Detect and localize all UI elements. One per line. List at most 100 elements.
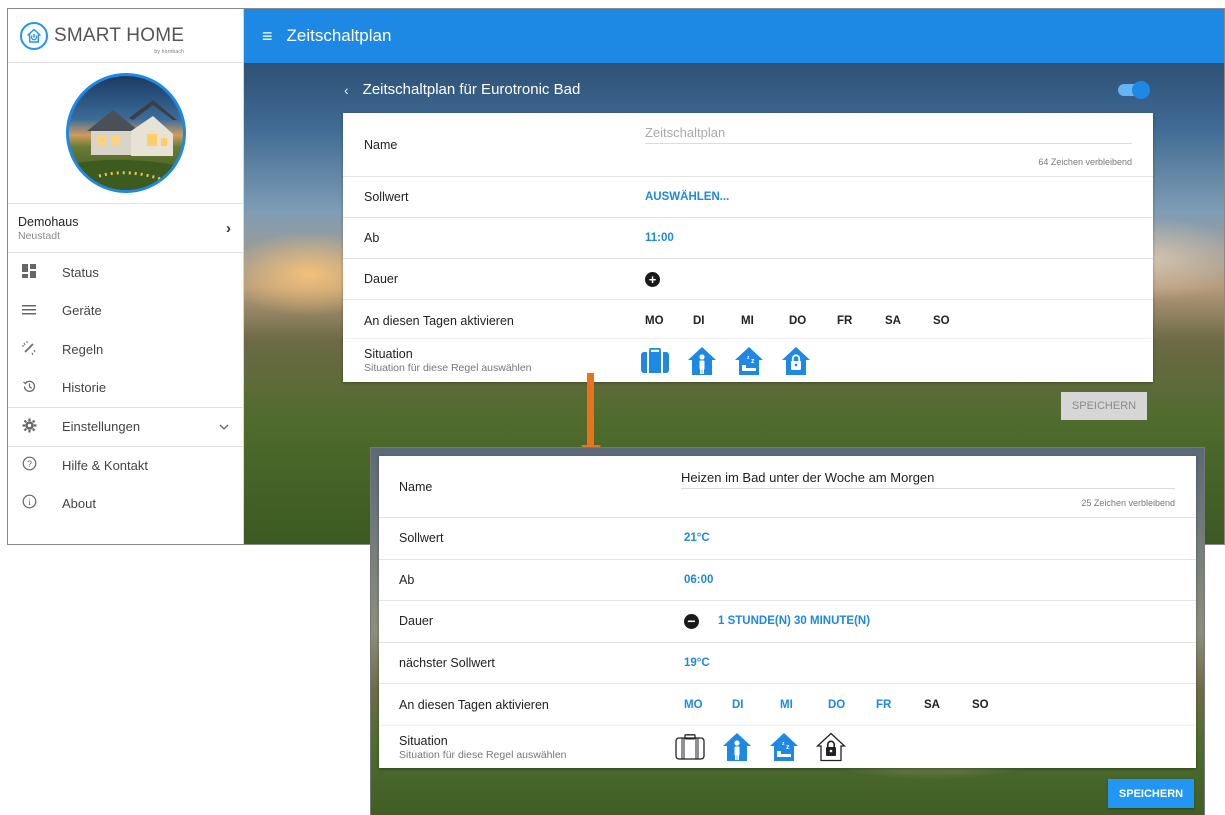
days-label: An diesen Tagen aktivieren: [364, 313, 514, 328]
day-so[interactable]: SO: [972, 699, 1020, 711]
nav-label-status: Status: [62, 264, 99, 280]
nav-label-geraete: Geräte: [62, 303, 102, 319]
transition-arrow: [587, 373, 594, 447]
nav-item-hilfe[interactable]: ? Hilfe & Kontakt: [8, 445, 243, 485]
home-logo-icon: [20, 21, 48, 50]
home-person-icon[interactable]: [722, 732, 752, 762]
dauer-value[interactable]: 1 STUNDE(N) 30 MINUTE(N): [718, 615, 870, 627]
ab-row: Ab 11:00: [343, 218, 1153, 259]
day-mo[interactable]: MO: [645, 315, 693, 327]
nav-label-einstellungen: Einstellungen: [62, 419, 141, 435]
situation-subtitle: Situation für diese Regel auswählen: [399, 748, 567, 761]
history-icon: [20, 379, 38, 397]
nav-item-historie[interactable]: Historie: [8, 369, 243, 408]
next-sollwert-value[interactable]: 19°C: [684, 657, 710, 669]
sidebar: SMART HOME by hornbach Demohaus Neustadt…: [8, 9, 244, 544]
lock-house-icon[interactable]: [816, 732, 846, 762]
ab-label: Ab: [399, 572, 415, 587]
house-selector[interactable]: Demohaus Neustadt ›: [8, 204, 243, 253]
sleep-house-icon[interactable]: zz: [734, 346, 764, 376]
ab-label: Ab: [364, 231, 380, 245]
rule-subheader: ‹ Zeitschaltplan für Eurotronic Bad: [344, 81, 580, 98]
day-di[interactable]: DI: [693, 315, 741, 327]
next-sollwert-label: nächster Sollwert: [399, 655, 495, 670]
name-row: Name Zeitschaltplan 64 Zeichen verbleibe…: [343, 113, 1153, 177]
save-button[interactable]: SPEICHERN: [1108, 779, 1194, 808]
nav-item-about[interactable]: i About: [8, 484, 243, 523]
top-app-bar: ≡ Zeitschaltplan: [244, 9, 1224, 63]
situation-row-after: Situation Situation für diese Regel ausw…: [379, 726, 1196, 768]
situation-title: Situation: [364, 347, 413, 361]
away-suitcase-icon[interactable]: [640, 347, 670, 374]
house-avatar[interactable]: [65, 73, 186, 193]
schedule-toggle[interactable]: [1118, 81, 1150, 99]
ab-time-value[interactable]: 11:00: [645, 232, 674, 244]
day-mi[interactable]: MI: [741, 315, 789, 327]
menu-icon[interactable]: ≡: [262, 26, 273, 47]
name-label: Name: [399, 479, 433, 494]
chevron-right-icon: ›: [226, 219, 231, 237]
dauer-label: Dauer: [399, 614, 434, 629]
list-icon: [20, 303, 38, 319]
lock-house-icon[interactable]: [781, 346, 811, 376]
svg-text:z: z: [751, 358, 755, 365]
rule-subtitle: Zeitschaltplan für Eurotronic Bad: [362, 81, 581, 98]
add-duration-icon[interactable]: +: [645, 271, 660, 287]
day-do[interactable]: DO: [828, 699, 876, 711]
sollwert-value[interactable]: 21°C: [684, 532, 710, 544]
days-row: An diesen Tagen aktivieren MO DI MI DO F…: [343, 300, 1153, 341]
nav-label-hilfe: Hilfe & Kontakt: [62, 457, 148, 473]
screenshot-after: Name Heizen im Bad unter der Woche am Mo…: [370, 447, 1205, 815]
day-sa[interactable]: SA: [885, 315, 933, 327]
away-suitcase-icon[interactable]: [675, 734, 705, 760]
next-sollwert-row: nächster Sollwert 19°C: [379, 643, 1196, 684]
sollwert-label: Sollwert: [364, 190, 409, 204]
situation-subtitle: Situation für diese Regel auswählen: [364, 362, 532, 374]
name-input[interactable]: Heizen im Bad unter der Woche am Morgen: [681, 470, 1175, 489]
sollwert-row: Sollwert AUSWÄHLEN...: [343, 177, 1153, 218]
home-person-icon[interactable]: [687, 346, 717, 376]
svg-text:i: i: [28, 497, 31, 507]
sollwert-label: Sollwert: [399, 531, 444, 546]
day-so[interactable]: SO: [933, 315, 981, 327]
remove-duration-icon[interactable]: −: [684, 613, 699, 629]
day-mo[interactable]: MO: [684, 699, 732, 711]
logo-subtitle: by hornbach: [154, 48, 185, 55]
name-row: Name Heizen im Bad unter der Woche am Mo…: [379, 456, 1196, 518]
name-input[interactable]: Zeitschaltplan: [645, 125, 1132, 144]
dauer-row: Dauer +: [343, 259, 1153, 300]
name-counter: 64 Zeichen verbleibend: [1038, 157, 1132, 167]
svg-text:z: z: [786, 744, 790, 751]
chevron-down-icon: [219, 421, 229, 433]
sollwert-select[interactable]: AUSWÄHLEN...: [645, 191, 729, 203]
situation-title: Situation: [399, 733, 448, 748]
sollwert-row: Sollwert 21°C: [379, 518, 1196, 560]
nav-item-einstellungen[interactable]: Einstellungen: [8, 407, 243, 446]
days-label: An diesen Tagen aktivieren: [399, 697, 549, 712]
magic-wand-icon: [20, 340, 38, 359]
info-icon: i: [20, 494, 38, 512]
logo-title: SMART HOME: [54, 24, 185, 46]
nav-item-status[interactable]: Status: [8, 253, 243, 292]
nav-label-historie: Historie: [62, 380, 107, 396]
help-icon: ?: [20, 456, 38, 474]
nav-item-geraete[interactable]: Geräte: [8, 292, 243, 331]
day-do[interactable]: DO: [789, 315, 837, 327]
schedule-form-after: Name Heizen im Bad unter der Woche am Mo…: [379, 456, 1196, 726]
day-fr[interactable]: FR: [876, 699, 924, 711]
day-fr[interactable]: FR: [837, 315, 885, 327]
nav-label-regeln: Regeln: [62, 341, 104, 357]
logo[interactable]: SMART HOME by hornbach: [8, 9, 243, 63]
day-toggles: MO DI MI DO FR SA SO: [645, 315, 981, 327]
sleep-house-icon[interactable]: zz: [769, 732, 799, 762]
dauer-row: Dauer − 1 STUNDE(N) 30 MINUTE(N): [379, 601, 1196, 643]
day-sa[interactable]: SA: [924, 699, 972, 711]
ab-time-value[interactable]: 06:00: [684, 574, 713, 586]
back-icon[interactable]: ‹: [344, 82, 349, 98]
save-button-disabled[interactable]: SPEICHERN: [1061, 392, 1147, 420]
day-mi[interactable]: MI: [780, 699, 828, 711]
nav-item-regeln[interactable]: Regeln: [8, 330, 243, 369]
house-name: Demohaus: [18, 214, 79, 229]
dashboard-icon: [20, 263, 38, 281]
day-di[interactable]: DI: [732, 699, 780, 711]
